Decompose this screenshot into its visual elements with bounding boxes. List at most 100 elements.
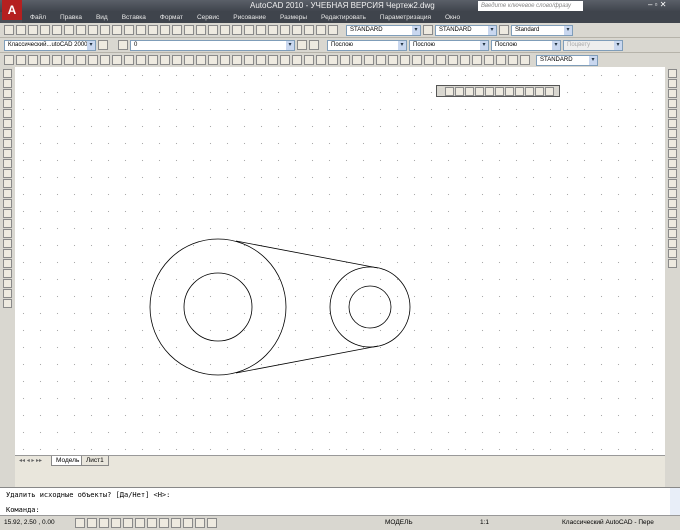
tool-icon[interactable] [376, 55, 386, 65]
tool-icon[interactable] [304, 55, 314, 65]
tool-icon[interactable] [448, 55, 458, 65]
menu-item[interactable]: Редактировать [321, 12, 366, 23]
tool-icon[interactable] [52, 25, 62, 35]
tool-icon[interactable] [16, 55, 26, 65]
modify-tool-icon[interactable] [668, 179, 677, 188]
tool-icon[interactable] [76, 55, 86, 65]
draw-tool-icon[interactable] [3, 79, 12, 88]
drawing-canvas[interactable] [15, 67, 665, 455]
draw-tool-icon[interactable] [3, 179, 12, 188]
draw-tool-icon[interactable] [3, 249, 12, 258]
dim-style-dropdown-2[interactable]: STANDARD [536, 54, 598, 66]
toggle-icon[interactable] [135, 518, 145, 528]
tool-icon[interactable] [40, 55, 50, 65]
workspace-dropdown[interactable]: Классический...utoCAD 2000 [4, 39, 96, 51]
zoom-tool-icon[interactable] [535, 86, 544, 96]
tool-icon[interactable] [328, 25, 338, 35]
draw-tool-icon[interactable] [3, 149, 12, 158]
tool-icon[interactable] [160, 55, 170, 65]
zoom-tool-icon[interactable] [515, 86, 524, 96]
draw-tool-icon[interactable] [3, 129, 12, 138]
upper-tangent-line[interactable] [235, 240, 379, 269]
draw-tool-icon[interactable] [3, 259, 12, 268]
modify-tool-icon[interactable] [668, 249, 677, 258]
tool-icon[interactable] [400, 55, 410, 65]
modify-tool-icon[interactable] [668, 69, 677, 78]
draw-tool-icon[interactable] [3, 69, 12, 78]
zoom-tool-icon[interactable] [495, 86, 504, 96]
tool-icon[interactable] [328, 55, 338, 65]
tool-icon[interactable] [136, 25, 146, 35]
tool-icon[interactable] [88, 25, 98, 35]
large-outer-circle[interactable] [149, 238, 287, 376]
tool-icon[interactable] [124, 25, 134, 35]
tool-icon[interactable] [292, 55, 302, 65]
make-current-layer-icon[interactable] [297, 40, 307, 50]
tool-icon[interactable] [460, 55, 470, 65]
tool-icon[interactable] [184, 55, 194, 65]
modify-tool-icon[interactable] [668, 259, 677, 268]
table-style-icon[interactable] [499, 25, 509, 35]
tool-icon[interactable] [148, 55, 158, 65]
menu-item[interactable]: Рисование [233, 12, 266, 23]
menu-item[interactable]: Окно [445, 12, 460, 23]
draw-tool-icon[interactable] [3, 239, 12, 248]
tool-icon[interactable] [280, 25, 290, 35]
zoom-tool-icon[interactable] [485, 86, 494, 96]
zoom-tool-icon[interactable] [465, 86, 474, 96]
tool-icon[interactable] [520, 55, 530, 65]
toggle-icon[interactable] [111, 518, 121, 528]
tool-icon[interactable] [148, 25, 158, 35]
menu-item[interactable]: Вставка [122, 12, 146, 23]
draw-tool-icon[interactable] [3, 209, 12, 218]
tool-icon[interactable] [268, 25, 278, 35]
annotation-scale[interactable]: 1:1 [480, 519, 489, 526]
draw-tool-icon[interactable] [3, 199, 12, 208]
modify-tool-icon[interactable] [668, 149, 677, 158]
help-search-input[interactable]: Введите ключевое слово/фразу [478, 1, 583, 11]
tool-icon[interactable] [412, 55, 422, 65]
modify-tool-icon[interactable] [668, 159, 677, 168]
zoom-tool-icon[interactable] [505, 86, 514, 96]
color-dropdown[interactable]: Послою [327, 39, 407, 51]
toggle-icon[interactable] [159, 518, 169, 528]
menu-item[interactable]: Сервис [197, 12, 219, 23]
layer-dropdown[interactable]: 0 [130, 39, 295, 51]
toggle-icon[interactable] [171, 518, 181, 528]
modify-tool-icon[interactable] [668, 89, 677, 98]
tool-icon[interactable] [316, 55, 326, 65]
command-scrollbar[interactable] [670, 488, 680, 516]
draw-tool-icon[interactable] [3, 279, 12, 288]
tool-icon[interactable] [208, 25, 218, 35]
modify-tool-icon[interactable] [668, 239, 677, 248]
tool-icon[interactable] [292, 25, 302, 35]
tool-icon[interactable] [160, 25, 170, 35]
tool-icon[interactable] [40, 25, 50, 35]
tab-navigation-arrows[interactable]: ◂◂ ◂ ▸ ▸▸ [19, 457, 42, 464]
tool-icon[interactable] [244, 25, 254, 35]
tool-icon[interactable] [64, 55, 74, 65]
toggle-icon[interactable] [87, 518, 97, 528]
model-space-button[interactable]: МОДЕЛЬ [385, 519, 413, 526]
table-style-dropdown[interactable]: Standard [511, 24, 573, 36]
tool-icon[interactable] [52, 55, 62, 65]
workspace-settings-icon[interactable] [98, 40, 108, 50]
workspace-switch[interactable]: Классический AutoCAD - Пере [562, 519, 654, 526]
modify-tool-icon[interactable] [668, 99, 677, 108]
tool-icon[interactable] [64, 25, 74, 35]
tool-icon[interactable] [436, 55, 446, 65]
draw-tool-icon[interactable] [3, 189, 12, 198]
menu-item[interactable]: Формат [160, 12, 183, 23]
tab-model[interactable]: Модель [51, 456, 85, 466]
lower-tangent-line[interactable] [235, 345, 379, 374]
toggle-icon[interactable] [123, 518, 133, 528]
tool-icon[interactable] [232, 55, 242, 65]
modify-tool-icon[interactable] [668, 169, 677, 178]
zoom-tool-icon[interactable] [475, 86, 484, 96]
draw-tool-icon[interactable] [3, 139, 12, 148]
tool-icon[interactable] [100, 25, 110, 35]
tool-icon[interactable] [76, 25, 86, 35]
toggle-icon[interactable] [207, 518, 217, 528]
draw-tool-icon[interactable] [3, 159, 12, 168]
toggle-icon[interactable] [147, 518, 157, 528]
